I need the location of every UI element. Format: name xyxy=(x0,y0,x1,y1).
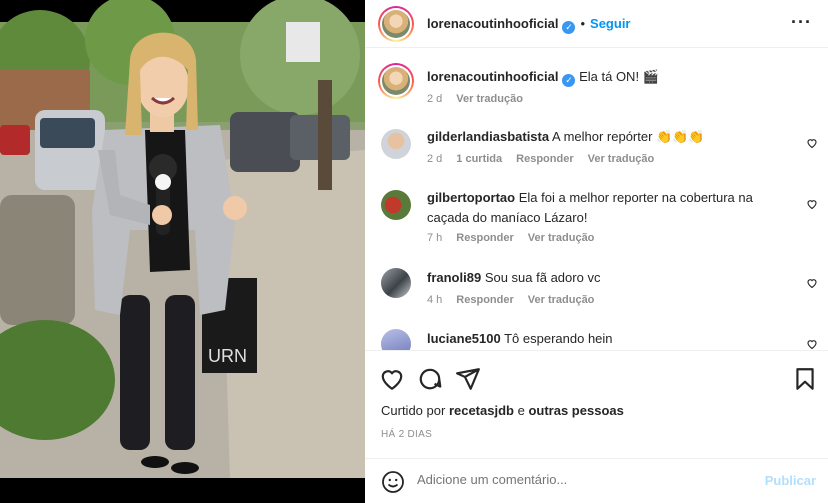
commenter-avatar[interactable] xyxy=(381,190,411,220)
add-comment-bar: Publicar xyxy=(365,458,828,503)
verified-badge-icon: ✓ xyxy=(562,74,576,87)
comment-username[interactable]: luciane5100 xyxy=(427,331,501,346)
comment-meta: 7 h Responder Ver tradução xyxy=(427,232,608,244)
post-header: lorenacoutinhooficial ✓ • Seguir ··· xyxy=(365,0,828,48)
caption-text: lorenacoutinhooficial ✓ Ela tá ON! 🎬 xyxy=(427,67,787,87)
comment-meta: 2 d 1 curtida Responder Ver tradução xyxy=(427,153,668,165)
comment-likes[interactable]: 1 curtida xyxy=(456,153,502,165)
save-bookmark-icon[interactable] xyxy=(792,366,818,392)
translate-link[interactable]: Ver tradução xyxy=(528,232,595,244)
translate-link[interactable]: Ver tradução xyxy=(588,153,655,165)
comment-text: franoli89 Sou sua fã adoro vc xyxy=(427,268,787,288)
like-comment-heart-icon[interactable] xyxy=(806,338,818,350)
comment-time[interactable]: 7 h xyxy=(427,232,442,244)
comment-time[interactable]: 2 d xyxy=(427,153,442,165)
liked-by: Curtido por recetasjdb e outras pessoas xyxy=(381,403,624,418)
post-actions: Curtido por recetasjdb e outras pessoas … xyxy=(365,350,828,470)
liked-by-user[interactable]: recetasjdb xyxy=(449,403,514,418)
emoji-icon[interactable] xyxy=(381,470,405,494)
commenter-avatar[interactable] xyxy=(381,329,411,350)
reply-button[interactable]: Responder xyxy=(516,153,573,165)
post-photo[interactable]: URN xyxy=(0,0,365,503)
commenter-avatar[interactable] xyxy=(381,129,411,159)
comment-body: A melhor repórter 👏👏👏 xyxy=(552,129,705,144)
translate-link[interactable]: Ver tradução xyxy=(528,294,595,306)
more-options-icon[interactable]: ··· xyxy=(791,12,812,33)
comment-body: Sou sua fã adoro vc xyxy=(484,270,601,285)
verified-badge-icon: ✓ xyxy=(562,21,576,34)
comments-list[interactable]: lorenacoutinhooficial ✓ Ela tá ON! 🎬 2 d V… xyxy=(365,49,828,350)
sign-text: URN xyxy=(208,346,247,366)
comment-time[interactable]: 4 h xyxy=(427,294,442,306)
caption-time[interactable]: 2 d xyxy=(427,93,442,105)
caption-body: Ela tá ON! 🎬 xyxy=(579,69,659,84)
comment-body: Tô esperando hein xyxy=(504,331,613,346)
post-timestamp[interactable]: HÁ 2 DIAS xyxy=(381,429,432,440)
liked-by-others[interactable]: outras pessoas xyxy=(528,403,623,418)
caption-meta: 2 d Ver tradução xyxy=(427,93,537,105)
comment-text: gilbertoportao Ela foi a melhor reporter… xyxy=(427,188,787,228)
comment-meta: 4 h Responder Ver tradução xyxy=(427,294,608,306)
share-send-icon[interactable] xyxy=(455,366,481,392)
comment-text: gilderlandiasbatista A melhor repórter 👏… xyxy=(427,127,787,147)
reply-button[interactable]: Responder xyxy=(456,232,513,244)
like-comment-heart-icon[interactable] xyxy=(806,198,818,210)
author-avatar[interactable] xyxy=(378,6,414,42)
post-panel: lorenacoutinhooficial ✓ • Seguir ··· lorena… xyxy=(365,0,828,503)
reply-button[interactable]: Responder xyxy=(456,294,513,306)
like-heart-icon[interactable] xyxy=(379,366,405,392)
header-separator: • xyxy=(580,16,586,31)
header-author-line: lorenacoutinhooficial ✓ • Seguir xyxy=(427,15,631,34)
comment-input[interactable] xyxy=(417,472,757,487)
header-username[interactable]: lorenacoutinhooficial xyxy=(427,16,558,31)
like-comment-heart-icon[interactable] xyxy=(806,277,818,289)
caption-avatar[interactable] xyxy=(378,63,414,99)
comment-username[interactable]: franoli89 xyxy=(427,270,481,285)
liked-by-prefix: Curtido por xyxy=(381,403,446,418)
publish-button[interactable]: Publicar xyxy=(765,473,816,488)
like-comment-heart-icon[interactable] xyxy=(806,137,818,149)
comment-icon[interactable] xyxy=(417,366,443,392)
commenter-avatar[interactable] xyxy=(381,268,411,298)
caption-translate[interactable]: Ver tradução xyxy=(456,93,523,105)
follow-button[interactable]: Seguir xyxy=(590,16,630,31)
comment-text: luciane5100 Tô esperando hein xyxy=(427,329,787,349)
comment-username[interactable]: gilbertoportao xyxy=(427,190,515,205)
caption-username[interactable]: lorenacoutinhooficial xyxy=(427,69,558,84)
post-image: URN xyxy=(0,0,365,503)
liked-by-connector: e xyxy=(517,403,525,418)
comment-username[interactable]: gilderlandiasbatista xyxy=(427,129,549,144)
